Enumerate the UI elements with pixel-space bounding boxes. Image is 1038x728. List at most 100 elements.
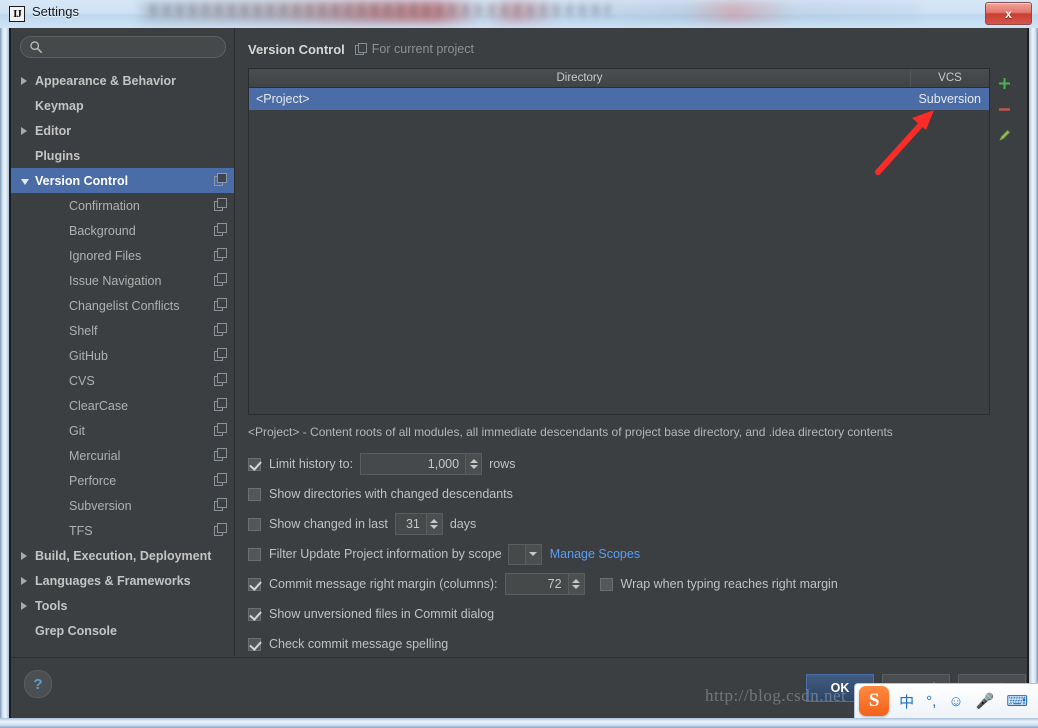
sidebar-item-editor[interactable]: Editor xyxy=(11,118,234,143)
sidebar-item-label: Shelf xyxy=(69,323,98,338)
sidebar-item-ignored-files[interactable]: Ignored Files xyxy=(11,243,234,268)
sidebar-item-mercurial[interactable]: Mercurial xyxy=(11,443,234,468)
table-toolbar xyxy=(994,68,1015,415)
mappings-hint: <Project> - Content roots of all modules… xyxy=(248,425,893,439)
sidebar-item-appearance-behavior[interactable]: Appearance & Behavior xyxy=(11,68,234,93)
wrap-typing-checkbox[interactable] xyxy=(599,577,613,591)
sidebar-item-github[interactable]: GitHub xyxy=(11,343,234,368)
sidebar-item-label: GitHub xyxy=(69,348,108,363)
sidebar-item-label: Confirmation xyxy=(69,198,140,213)
limit-history-stepper[interactable]: 1,000 xyxy=(360,453,483,475)
chevron-right-icon[interactable] xyxy=(21,602,27,610)
sidebar-item-issue-navigation[interactable]: Issue Navigation xyxy=(11,268,234,293)
chevron-right-icon[interactable] xyxy=(21,552,27,560)
chevron-down-icon[interactable] xyxy=(21,179,29,185)
column-header-vcs[interactable]: VCS xyxy=(911,69,989,87)
vcs-mappings-area: Directory VCS <Project> Subversion xyxy=(248,68,1015,415)
ime-toolbar: S 中 °, ☺ 🎤 ⌨ xyxy=(854,683,1038,718)
copy-settings-icon xyxy=(214,398,227,411)
sogou-logo-icon[interactable]: S xyxy=(859,686,890,716)
check-spelling-checkbox[interactable] xyxy=(248,637,261,651)
sidebar-item-subversion[interactable]: Subversion xyxy=(11,493,234,518)
table-row[interactable]: <Project> Subversion xyxy=(249,88,989,110)
sidebar-item-plugins[interactable]: Plugins xyxy=(11,143,234,168)
sidebar-item-keymap[interactable]: Keymap xyxy=(11,93,234,118)
show-changed-last-stepper[interactable]: 31 xyxy=(394,513,443,535)
sidebar-item-label: Grep Console xyxy=(35,623,117,638)
chevron-right-icon[interactable] xyxy=(21,127,27,135)
chevron-right-icon[interactable] xyxy=(21,577,27,585)
ime-emoji-icon[interactable]: ☺ xyxy=(948,693,963,710)
show-changed-last-stepper-arrows[interactable] xyxy=(425,514,442,534)
sidebar-item-label: ClearCase xyxy=(69,398,129,413)
sidebar-item-label: Plugins xyxy=(35,148,81,163)
sidebar-item-shelf[interactable]: Shelf xyxy=(11,318,234,343)
sidebar-item-label: TFS xyxy=(69,523,93,538)
sidebar-item-cvs[interactable]: CVS xyxy=(11,368,234,393)
sidebar-item-languages-frameworks[interactable]: Languages & Frameworks xyxy=(11,568,234,593)
sidebar-item-label: Ignored Files xyxy=(69,248,142,263)
manage-scopes-link[interactable]: Manage Scopes xyxy=(550,547,640,561)
sidebar-item-build-execution-deployment[interactable]: Build, Execution, Deployment xyxy=(11,543,234,568)
edit-button[interactable] xyxy=(994,122,1015,148)
sidebar-item-label: Appearance & Behavior xyxy=(35,73,177,88)
copy-settings-icon xyxy=(214,498,227,511)
show-unversioned-checkbox[interactable] xyxy=(248,607,261,621)
sidebar-item-confirmation[interactable]: Confirmation xyxy=(11,193,234,218)
ime-punctuation-icon[interactable]: °, xyxy=(926,693,936,710)
sidebar-item-tools[interactable]: Tools xyxy=(11,593,234,618)
sidebar-item-background[interactable]: Background xyxy=(11,218,234,243)
sidebar-item-label: Changelist Conflicts xyxy=(69,298,180,313)
sidebar-item-label: Editor xyxy=(35,123,72,138)
copy-settings-icon xyxy=(214,423,227,436)
search-input[interactable] xyxy=(20,36,226,58)
show-unversioned-label: Show unversioned files in Commit dialog xyxy=(269,607,495,621)
add-button[interactable] xyxy=(994,70,1015,96)
sidebar-item-version-control[interactable]: Version Control xyxy=(11,168,234,193)
scope-select[interactable] xyxy=(507,543,542,565)
remove-button[interactable] xyxy=(994,96,1015,122)
commit-margin-checkbox[interactable] xyxy=(248,577,261,591)
copy-settings-icon xyxy=(214,298,227,311)
sidebar-item-label: Mercurial xyxy=(69,448,121,463)
close-icon[interactable]: x xyxy=(985,2,1032,25)
column-header-directory[interactable]: Directory xyxy=(249,69,911,87)
sidebar-item-label: Languages & Frameworks xyxy=(35,573,191,588)
ime-keyboard-icon[interactable]: ⌨ xyxy=(1006,692,1028,710)
sidebar-item-perforce[interactable]: Perforce xyxy=(11,468,234,493)
options-list: Limit history to: 1,000 rows Show direct… xyxy=(248,449,1015,659)
show-changed-last-value: 31 xyxy=(405,517,420,531)
sidebar-item-git[interactable]: Git xyxy=(11,418,234,443)
sidebar-item-clearcase[interactable]: ClearCase xyxy=(11,393,234,418)
chevron-right-icon[interactable] xyxy=(21,77,27,85)
copy-settings-icon xyxy=(214,523,227,536)
cell-directory: <Project> xyxy=(256,92,310,106)
copy-settings-icon xyxy=(214,173,227,186)
window-edge-bottom xyxy=(0,718,1038,728)
filter-by-scope-checkbox[interactable] xyxy=(248,547,261,561)
sidebar-item-label: Issue Navigation xyxy=(69,273,162,288)
sidebar-item-changelist-conflicts[interactable]: Changelist Conflicts xyxy=(11,293,234,318)
sidebar-item-label: Git xyxy=(69,423,85,438)
show-changed-last-suffix: days xyxy=(449,517,477,531)
sidebar-item-tfs[interactable]: TFS xyxy=(11,518,234,543)
copy-settings-icon xyxy=(214,348,227,361)
help-button[interactable]: ? xyxy=(24,670,52,698)
sidebar-item-grep-console[interactable]: Grep Console xyxy=(11,618,234,643)
commit-margin-stepper[interactable]: 72 xyxy=(504,573,585,595)
copy-settings-icon xyxy=(214,373,227,386)
ime-microphone-icon[interactable]: 🎤 xyxy=(976,692,995,710)
copy-settings-icon xyxy=(214,198,227,211)
ime-mode-icon[interactable]: 中 xyxy=(899,691,914,712)
sidebar-item-label: Subversion xyxy=(69,498,132,513)
limit-history-checkbox[interactable] xyxy=(248,457,261,471)
limit-history-stepper-arrows[interactable] xyxy=(465,454,482,474)
sidebar-item-label: Tools xyxy=(35,598,68,613)
chevron-down-icon xyxy=(524,544,541,564)
show-dirs-changed-checkbox[interactable] xyxy=(248,487,261,501)
copy-settings-icon xyxy=(214,323,227,336)
sidebar-item-label: Perforce xyxy=(69,473,117,488)
settings-window: IJ Settings x Appearance & Behavior Keyma… xyxy=(0,0,1038,728)
commit-margin-stepper-arrows[interactable] xyxy=(567,574,584,594)
show-changed-last-checkbox[interactable] xyxy=(248,517,261,531)
